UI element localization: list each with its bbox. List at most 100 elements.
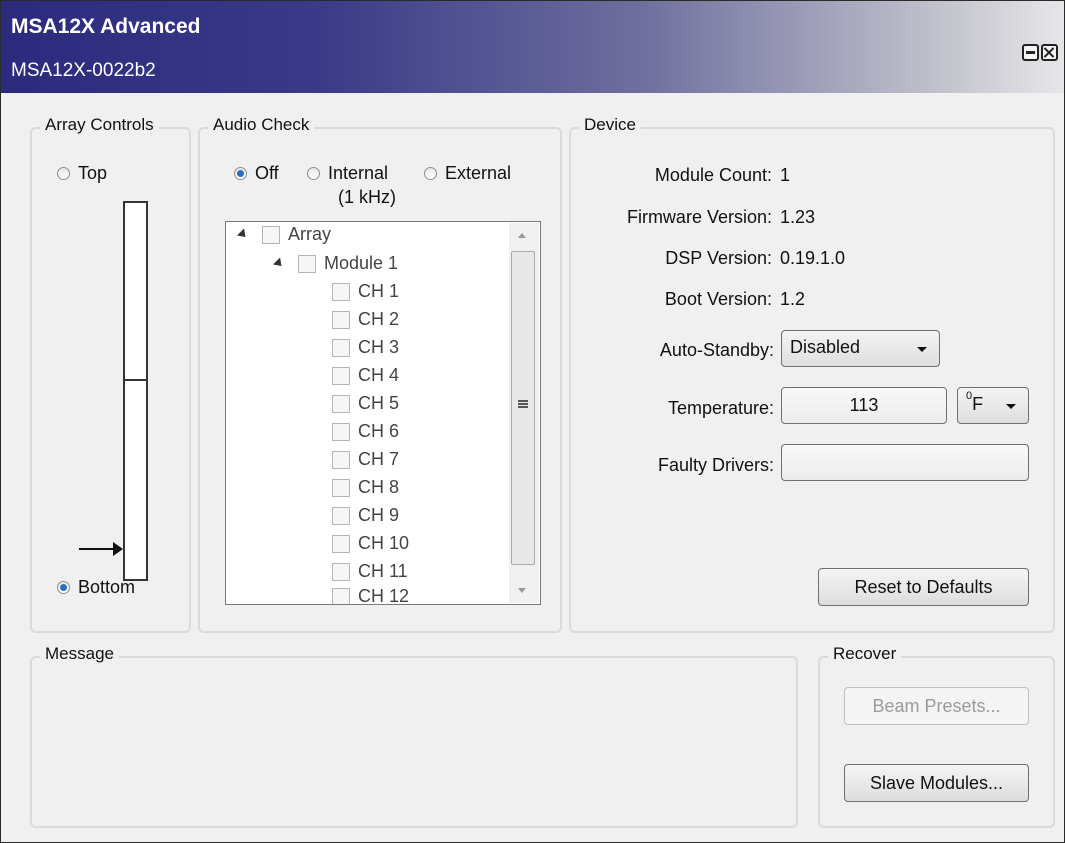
auto-standby-label: Auto-Standby: [659,340,774,360]
channel-checkbox[interactable] [332,478,350,497]
recover-group: Recover [818,644,1055,828]
tree-item-label: CH 3 [358,337,400,357]
channel-checkbox[interactable] [332,587,350,604]
auto-standby-dropdown[interactable]: Disabled [781,330,940,367]
bottom-radio-indicator[interactable] [57,581,70,594]
tree-item-label: CH 5 [358,393,400,413]
firmware-version-label: Firmware Version: [626,207,772,227]
close-icon[interactable] [1041,44,1058,61]
tree-item-channel[interactable]: CH 3 [332,337,399,358]
tree-item-channel[interactable]: CH 10 [332,533,409,554]
tree-item-channel[interactable]: CH 1 [332,281,399,302]
tree-item-channel[interactable]: CH 4 [332,365,399,386]
temperature-label: Temperature: [667,398,774,418]
minimize-icon[interactable] [1022,44,1039,61]
tree-item-channel[interactable]: CH 9 [332,505,399,526]
audio-internal-label: Internal [328,163,389,183]
audio-check-legend: Audio Check [208,115,315,135]
scroll-down-icon[interactable] [518,588,526,593]
arrow-head-icon [113,542,123,556]
tree-item-channel[interactable]: CH 12 [332,586,410,605]
boot-version-value: 1.2 [780,289,806,309]
audio-external-indicator[interactable] [424,167,437,180]
faulty-drivers-label: Faulty Drivers: [657,455,774,475]
beam-presets-button[interactable]: Beam Presets... [844,687,1029,725]
tree-item-label: CH 12 [358,586,410,605]
scroll-thumb[interactable] [511,251,535,565]
slave-modules-button[interactable]: Slave Modules... [844,764,1029,802]
tree-item-label: CH 10 [358,533,410,553]
boot-version-label: Boot Version: [664,289,772,309]
array-position-slider[interactable] [123,201,148,581]
channel-checkbox[interactable] [332,534,350,553]
tree-item-label: Array [288,224,332,244]
channel-checkbox[interactable] [332,282,350,301]
audio-internal-sublabel: (1 kHz) [338,187,396,207]
top-radio-label: Top [78,163,108,183]
tree-item-label: CH 8 [358,477,400,497]
reset-to-defaults-button[interactable]: Reset to Defaults [818,568,1029,606]
temperature-unit-dropdown[interactable]: 0F [957,387,1029,424]
device-group: Device [569,115,1055,633]
tree-item-label: CH 4 [358,365,400,385]
channel-checkbox[interactable] [332,338,350,357]
window-title: MSA12X Advanced [11,15,201,38]
grip-icon [518,400,528,408]
temperature-field: 113 [781,387,947,424]
tree-item-label: CH 7 [358,449,400,469]
audio-internal-indicator[interactable] [307,167,320,180]
module-checkbox[interactable] [298,254,316,273]
title-bar[interactable]: MSA12X Advanced MSA12X-0022b2 [1,1,1064,93]
temperature-unit-value: 0F [966,390,984,415]
audio-off-indicator[interactable] [234,167,247,180]
channel-checkbox[interactable] [332,394,350,413]
tree-item-array[interactable]: Array [236,224,332,245]
audio-external-label: External [445,163,512,183]
tree-item-channel[interactable]: CH 11 [332,561,408,582]
tree-item-label: CH 1 [358,281,400,301]
dsp-version-label: DSP Version: [665,248,772,268]
array-controls-legend: Array Controls [40,115,159,135]
degree-symbol: 0 [966,390,973,402]
channel-checkbox[interactable] [332,506,350,525]
tree-item-channel[interactable]: CH 5 [332,393,399,414]
message-legend: Message [40,644,119,664]
top-radio[interactable]: Top [57,163,107,184]
tree-item-module[interactable]: Module 1 [272,253,398,274]
tree-item-channel[interactable]: CH 6 [332,421,399,442]
expand-icon[interactable] [272,257,286,270]
channel-checkbox[interactable] [332,422,350,441]
channel-checkbox[interactable] [332,310,350,329]
faulty-drivers-field [781,444,1029,481]
tree-item-label: CH 2 [358,309,400,329]
module-count-label: Module Count: [654,165,772,185]
firmware-version-value: 1.23 [780,207,816,227]
slider-divider [123,379,148,381]
unit-letter: F [972,394,984,414]
audio-off-radio[interactable]: Off [234,163,279,184]
recover-legend: Recover [828,644,902,664]
tree-item-channel[interactable]: CH 7 [332,449,399,470]
top-radio-indicator[interactable] [57,167,70,180]
tree-item-label: CH 9 [358,505,400,525]
tree-item-label: CH 11 [358,561,408,581]
channel-checkbox[interactable] [332,562,350,581]
dsp-version-value: 0.19.1.0 [780,248,846,268]
tree-scrollbar[interactable] [509,223,539,603]
audio-internal-radio[interactable]: Internal [307,163,388,184]
bottom-radio[interactable]: Bottom [57,577,135,598]
array-checkbox[interactable] [262,225,280,244]
expand-icon[interactable] [236,228,250,241]
audio-off-label: Off [255,163,279,183]
scroll-up-icon[interactable] [518,233,526,238]
message-group: Message [30,644,798,828]
tree-item-label: CH 6 [358,421,400,441]
audio-external-radio[interactable]: External [424,163,511,184]
module-count-value: 1 [780,165,791,185]
channel-checkbox[interactable] [332,366,350,385]
channel-checkbox[interactable] [332,450,350,469]
tree-item-channel[interactable]: CH 8 [332,477,399,498]
tree-item-channel[interactable]: CH 2 [332,309,399,330]
channel-tree[interactable]: Array Module 1 CH 1 CH 2 CH 3 CH 4 CH 5 … [225,221,541,605]
device-name: MSA12X-0022b2 [11,60,156,81]
